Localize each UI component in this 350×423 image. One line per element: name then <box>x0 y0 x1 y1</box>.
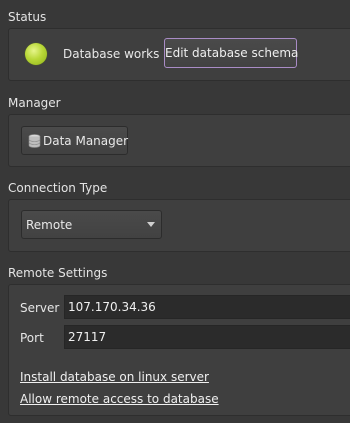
status-text: Database works <box>63 47 160 61</box>
data-manager-label: Data Manager <box>43 134 129 148</box>
edit-database-schema-button[interactable]: Edit database schema <box>164 38 298 68</box>
database-icon <box>28 134 41 148</box>
allow-remote-access-link[interactable]: Allow remote access to database <box>20 392 219 406</box>
connection-type-select[interactable]: Remote <box>21 210 162 239</box>
remote-settings-section-title: Remote Settings <box>8 266 108 280</box>
remote-settings-group: Server Port Install database on linux se… <box>8 284 350 416</box>
status-indicator-icon <box>25 43 47 65</box>
status-group: Database works Edit database schema <box>8 28 350 81</box>
chevron-down-icon <box>147 222 155 227</box>
data-manager-button[interactable]: Data Manager <box>21 126 128 155</box>
connection-type-group: Remote <box>8 199 350 252</box>
port-input[interactable] <box>64 325 350 349</box>
manager-group: Data Manager <box>8 114 350 167</box>
port-label: Port <box>20 331 44 345</box>
server-label: Server <box>20 301 60 315</box>
manager-section-title: Manager <box>8 96 61 110</box>
database-settings-panel: Status Database works Edit database sche… <box>0 0 350 423</box>
connection-type-value: Remote <box>26 218 73 232</box>
connection-type-section-title: Connection Type <box>8 181 108 195</box>
status-section-title: Status <box>8 10 47 24</box>
server-input[interactable] <box>64 295 350 319</box>
install-database-link[interactable]: Install database on linux server <box>20 370 209 384</box>
